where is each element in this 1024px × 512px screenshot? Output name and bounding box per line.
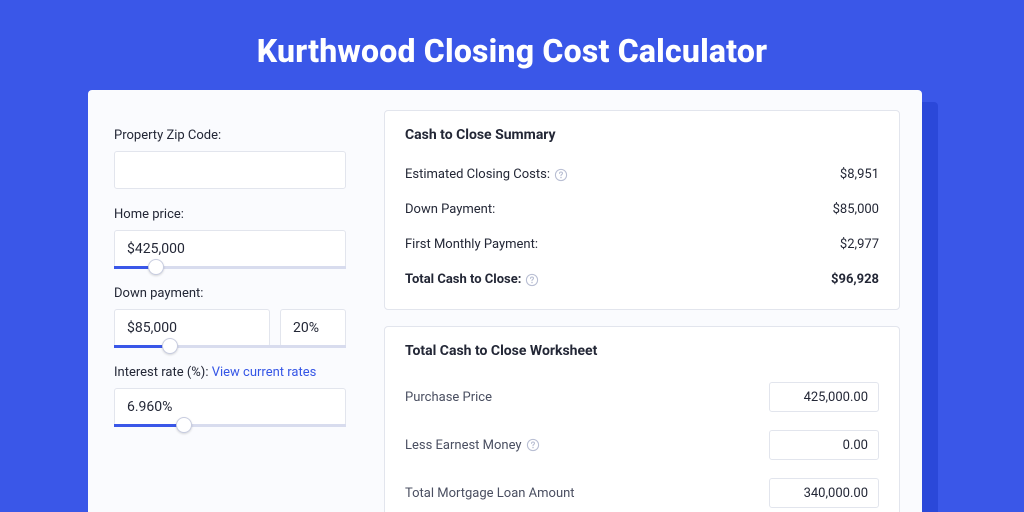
- summary-row-value: $96,928: [831, 272, 879, 287]
- page-title: Kurthwood Closing Cost Calculator: [0, 0, 1024, 70]
- summary-heading: Cash to Close Summary: [405, 127, 879, 143]
- worksheet-card: Total Cash to Close Worksheet Purchase P…: [384, 326, 900, 512]
- zip-input[interactable]: [114, 151, 346, 189]
- slider-thumb[interactable]: [162, 338, 178, 354]
- down-payment-input[interactable]: [114, 309, 270, 347]
- slider-thumb[interactable]: [148, 259, 164, 275]
- summary-row: Total Cash to Close: $96,928: [405, 262, 879, 297]
- worksheet-row: Total Mortgage Loan Amount: [405, 469, 879, 512]
- worksheet-row-label: Purchase Price: [405, 390, 492, 405]
- help-icon[interactable]: [525, 273, 539, 287]
- summary-rows: Estimated Closing Costs: $8,951 Down Payme…: [405, 157, 879, 297]
- worksheet-value-input[interactable]: [769, 430, 879, 460]
- worksheet-row: Purchase Price: [405, 373, 879, 421]
- inputs-panel: Property Zip Code: Home price: Down paym…: [88, 90, 368, 512]
- app-root: Kurthwood Closing Cost Calculator Proper…: [0, 0, 1024, 512]
- summary-row: Down Payment: $85,000: [405, 192, 879, 227]
- summary-row: First Monthly Payment: $2,977: [405, 227, 879, 262]
- summary-row-label: Estimated Closing Costs:: [405, 167, 568, 182]
- home-price-label: Home price:: [114, 207, 346, 222]
- slider-thumb[interactable]: [176, 417, 192, 433]
- summary-row-value: $8,951: [840, 167, 879, 182]
- worksheet-value-input[interactable]: [769, 478, 879, 508]
- worksheet-row: Less Earnest Money: [405, 421, 879, 469]
- summary-card: Cash to Close Summary Estimated Closing …: [384, 110, 900, 310]
- worksheet-value-input[interactable]: [769, 382, 879, 412]
- help-icon[interactable]: [526, 438, 540, 452]
- summary-row-label: Down Payment:: [405, 202, 495, 217]
- interest-rate-input[interactable]: [114, 388, 346, 426]
- interest-rate-label-text: Interest rate (%):: [114, 365, 212, 380]
- help-icon[interactable]: [554, 168, 568, 182]
- down-payment-pct-input[interactable]: [280, 309, 346, 347]
- calculator-card: Property Zip Code: Home price: Down paym…: [88, 90, 922, 512]
- summary-row-value: $85,000: [833, 202, 879, 217]
- summary-row-label: Total Cash to Close:: [405, 272, 539, 287]
- interest-rate-label: Interest rate (%): View current rates: [114, 365, 346, 380]
- worksheet-row-label: Total Mortgage Loan Amount: [405, 486, 575, 501]
- summary-row-label: First Monthly Payment:: [405, 237, 538, 252]
- zip-label: Property Zip Code:: [114, 128, 346, 143]
- worksheet-row-label: Less Earnest Money: [405, 438, 540, 453]
- results-panel: Cash to Close Summary Estimated Closing …: [368, 90, 922, 512]
- summary-row: Estimated Closing Costs: $8,951: [405, 157, 879, 192]
- summary-row-value: $2,977: [840, 237, 879, 252]
- down-payment-label: Down payment:: [114, 286, 346, 301]
- view-rates-link[interactable]: View current rates: [212, 365, 317, 380]
- worksheet-rows: Purchase Price Less Earnest Money Total Mo…: [405, 373, 879, 512]
- worksheet-heading: Total Cash to Close Worksheet: [405, 343, 879, 359]
